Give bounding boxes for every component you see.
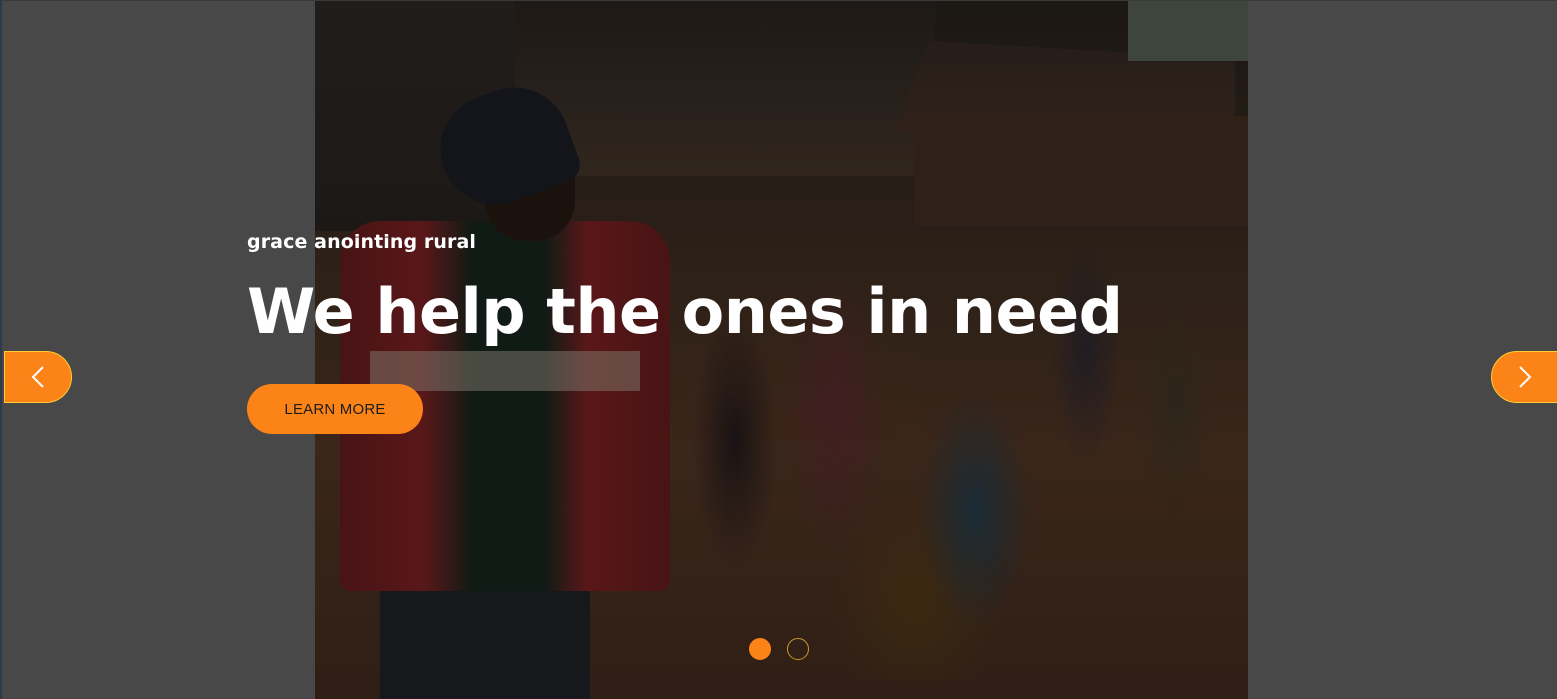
chevron-right-icon xyxy=(1519,366,1532,388)
previous-slide-button[interactable] xyxy=(4,351,72,403)
hero-slider: grace anointing rural We help the ones i… xyxy=(0,0,1557,699)
slide-pagination xyxy=(749,638,809,660)
slide-dot-1[interactable] xyxy=(749,638,771,660)
learn-more-button[interactable]: LEARN MORE xyxy=(247,384,423,434)
slide-photo xyxy=(315,1,1248,699)
slide-subtitle: grace anointing rural xyxy=(247,231,477,253)
slide-caption: grace anointing rural We help the ones i… xyxy=(247,231,1123,343)
slide-dot-2[interactable] xyxy=(787,638,809,660)
slide-headline: We help the ones in need xyxy=(247,275,1123,348)
next-slide-button[interactable] xyxy=(1491,351,1557,403)
chevron-left-icon xyxy=(31,366,44,388)
